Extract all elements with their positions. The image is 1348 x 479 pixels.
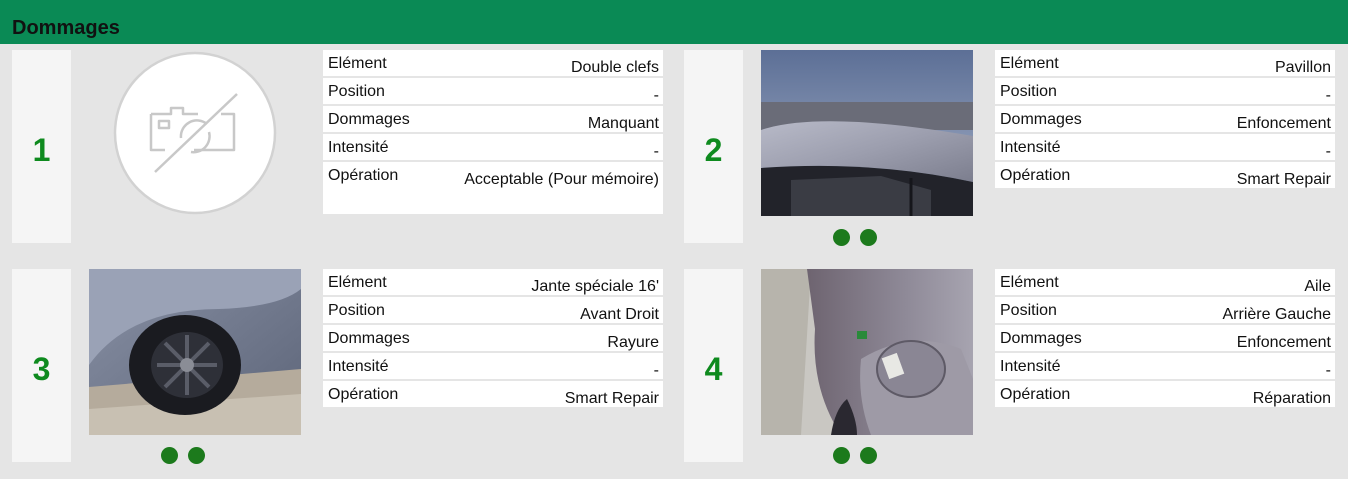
damage-details: Elément Aile Position Arrière Gauche Domma… [995,269,1335,409]
detail-row-element: Elément Pavillon [995,50,1335,78]
damage-card-4: 4 Elément Aile Position Arrière Gauche D… [684,269,1336,469]
detail-row-dommages: Dommages Rayure [323,325,663,353]
detail-row-dommages: Dommages Enfoncement [995,325,1335,353]
damage-details: Elément Double clefs Position - Dommages Ma… [323,50,663,216]
detail-row-dommages: Dommages Manquant [323,106,663,134]
damage-photo-container [89,269,301,435]
damage-photo-container [761,269,973,435]
detail-row-operation: Opération Smart Repair [995,162,1335,190]
detail-row-operation: Opération Réparation [995,381,1335,409]
detail-row-position: Position - [323,78,663,106]
damage-details: Elément Pavillon Position - Dommages Enfonc… [995,50,1335,190]
damage-number: 4 [684,269,743,462]
damage-photo-container [761,50,973,216]
car-roof-photo[interactable] [761,50,973,216]
damage-card-3: 3 Elément Jante spéciale 16' Position Av… [12,269,672,469]
detail-row-operation: Opération Smart Repair [323,381,663,409]
damage-number: 1 [12,50,71,243]
detail-row-element: Elément Double clefs [323,50,663,78]
detail-row-intensite: Intensité - [323,134,663,162]
panel-title: Dommages [12,17,120,39]
photo-pager-dot-2[interactable] [860,447,877,464]
panel-header: Dommages [0,0,1348,44]
detail-row-position: Position Arrière Gauche [995,297,1335,325]
damage-card-1: 1 Elément Double clefs Position - Dommages… [12,50,672,250]
photo-pager [161,447,211,465]
photo-pager-dot-1[interactable] [833,447,850,464]
no-photo-icon [113,51,277,215]
photo-pager-dot-2[interactable] [860,229,877,246]
car-rear-wing-photo[interactable] [761,269,973,435]
photo-pager-dot-1[interactable] [161,447,178,464]
detail-row-intensite: Intensité - [995,353,1335,381]
damage-details: Elément Jante spéciale 16' Position Avant … [323,269,663,409]
detail-row-operation: Opération Acceptable (Pour mémoire) [323,162,663,216]
detail-row-intensite: Intensité - [995,134,1335,162]
car-wheel-photo[interactable] [89,269,301,435]
detail-row-position: Position Avant Droit [323,297,663,325]
damage-card-2: 2 Elément Pavillon Position - Dommages E… [684,50,1336,250]
photo-pager [833,229,883,247]
detail-row-element: Elément Aile [995,269,1335,297]
damage-photo-container [89,50,301,216]
damages-panel: Dommages 1 Elément Double clefs Position… [0,0,1348,479]
damage-number: 2 [684,50,743,243]
detail-row-dommages: Dommages Enfoncement [995,106,1335,134]
damage-number: 3 [12,269,71,462]
detail-row-element: Elément Jante spéciale 16' [323,269,663,297]
photo-pager [833,447,883,465]
photo-pager-dot-1[interactable] [833,229,850,246]
photo-pager-dot-2[interactable] [188,447,205,464]
detail-row-intensite: Intensité - [323,353,663,381]
detail-row-position: Position - [995,78,1335,106]
